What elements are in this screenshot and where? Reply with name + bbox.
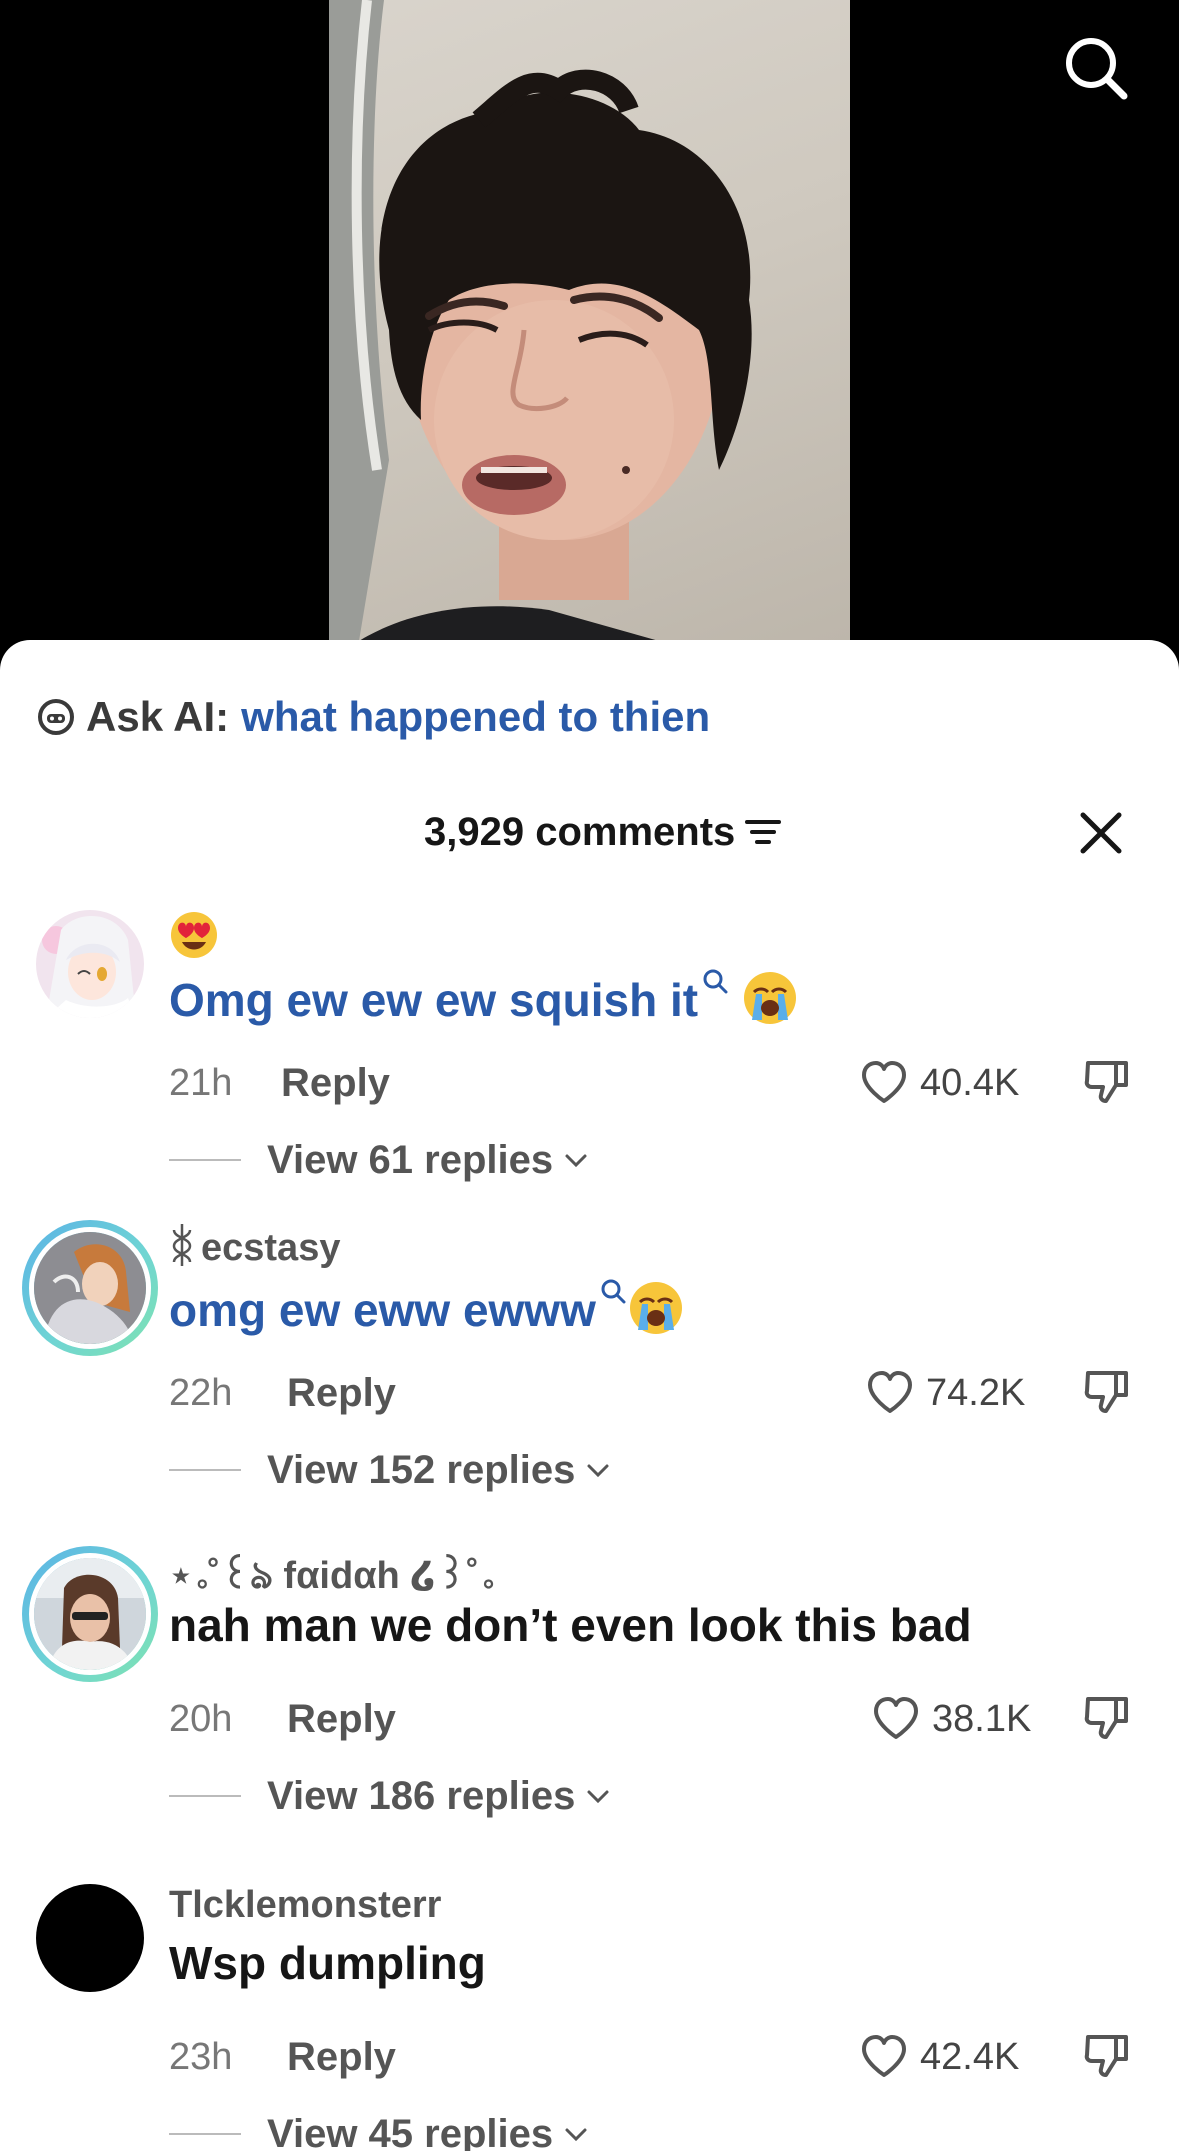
comments-sheet: Ask AI: what happened to thien 3,929 com… [0,640,1179,2151]
comment-text-content: Omg ew ew ew squish it [169,974,699,1026]
video-frame [329,0,850,641]
chevron-down-icon [587,1464,609,1478]
comment-text: Wsp dumpling [169,1937,486,1989]
comment-count: 3,929 comments [424,809,736,854]
like-button[interactable]: 40.4K [858,1055,1019,1111]
divider [169,1469,241,1471]
dislike-icon[interactable] [1080,2029,1132,2081]
like-count: 74.2K [926,1371,1026,1414]
comment-text: nah man we don’t even look this bad [169,1599,972,1651]
avatar[interactable] [36,1884,144,1992]
heart-icon [868,1371,912,1413]
comment-text-content: omg ew eww ewww [169,1284,596,1336]
infinity-symbol-icon [172,1224,192,1266]
comment-meta: 21h Reply [169,1058,390,1108]
divider [169,2133,241,2135]
search-icon[interactable] [1060,32,1132,104]
comment-sort-button[interactable]: 3,929 comments [424,800,783,864]
comment-text[interactable]: Omg ew ew ew squish it [169,968,798,1027]
comment-meta: 23h Reply [169,2032,396,2082]
username-text: ecstasy [201,1227,341,1269]
reply-button[interactable]: Reply [281,1061,390,1106]
ask-ai-label: Ask AI: [86,693,230,740]
video-thumbnail-person [329,0,752,641]
chevron-down-icon [587,1790,609,1804]
avatar[interactable] [36,910,144,1018]
close-icon[interactable] [1078,810,1124,856]
video-player[interactable] [0,0,1179,680]
reply-button[interactable]: Reply [287,2035,396,2080]
chevron-down-icon [565,2128,587,2142]
comment-text[interactable]: omg ew eww ewww [169,1278,684,1337]
like-count: 40.4K [920,1061,1020,1104]
comments-header: 3,929 comments [0,800,1179,864]
heart-icon [874,1697,918,1739]
comment-meta: 20h Reply [169,1694,396,1744]
view-replies-button[interactable]: View 61 replies [169,1135,591,1185]
avatar[interactable] [22,1220,158,1356]
heart-eyes-emoji [171,912,217,958]
reply-button[interactable]: Reply [287,1697,396,1742]
comment-meta: 22h Reply [169,1368,396,1418]
divider [169,1159,241,1161]
reply-button[interactable]: Reply [287,1371,396,1416]
comment-username[interactable]: ecstasy [169,1220,340,1270]
view-replies-button[interactable]: View 152 replies [169,1445,613,1495]
like-count: 42.4K [920,2035,1020,2078]
ask-ai-suggestion[interactable]: Ask AI: what happened to thien [36,692,710,742]
heart-icon [862,1061,906,1103]
comment-time: 21h [169,1061,233,1104]
ai-bot-icon [38,699,74,735]
like-count: 38.1K [932,1697,1032,1740]
view-replies-button[interactable]: View 186 replies [169,1771,613,1821]
like-button[interactable]: 74.2K [864,1365,1025,1421]
loudly-crying-emoji [744,972,797,1024]
view-replies-label: View 186 replies [267,1773,576,1818]
view-replies-label: View 152 replies [267,1447,576,1492]
comment-time: 20h [169,1697,233,1740]
comment-time: 22h [169,1371,233,1414]
avatar[interactable] [22,1546,158,1682]
divider [169,1795,241,1797]
filter-icon [745,820,782,844]
dislike-icon[interactable] [1080,1365,1132,1417]
comment-time: 23h [169,2035,233,2078]
search-icon [601,1279,626,1304]
dislike-icon[interactable] [1080,1055,1132,1107]
loudly-crying-emoji [629,1282,682,1334]
view-replies-label: View 45 replies [267,2111,554,2151]
ask-ai-query[interactable]: what happened to thien [241,693,710,741]
dislike-icon[interactable] [1080,1691,1132,1743]
heart-icon [862,2035,906,2077]
search-icon [703,969,728,994]
view-replies-label: View 61 replies [267,1137,554,1182]
comment-username[interactable]: Tlcklemonsterr [169,1884,441,1927]
like-button[interactable]: 42.4K [858,2029,1019,2085]
chevron-down-icon [565,1154,587,1168]
view-replies-button[interactable]: View 45 replies [169,2109,591,2151]
like-button[interactable]: 38.1K [870,1691,1031,1747]
